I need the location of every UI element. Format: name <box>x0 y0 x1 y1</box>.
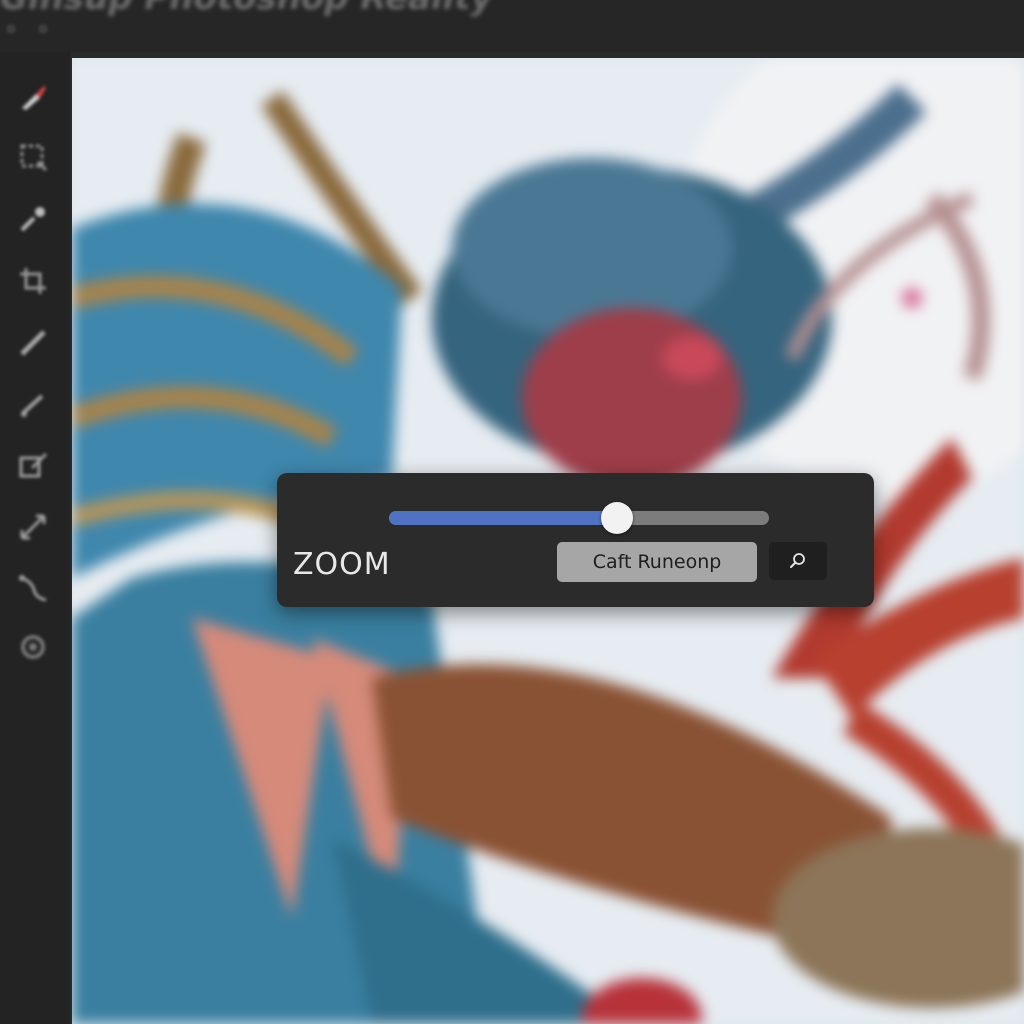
window-control-dot[interactable] <box>38 24 48 34</box>
zoom-panel: ZOOM Caft Runeonp <box>277 473 874 607</box>
action-button[interactable]: Caft Runeonp <box>557 542 757 582</box>
brush-tool-icon[interactable] <box>10 74 56 120</box>
marquee-tool-icon[interactable] <box>10 134 56 180</box>
zoom-label: ZOOM <box>293 547 391 582</box>
lasso-tool-icon[interactable] <box>10 564 56 610</box>
crop-tool-icon[interactable] <box>10 258 56 304</box>
zoom-slider-thumb[interactable] <box>601 502 633 534</box>
window-title: Ginsup Photoshop Reality <box>0 0 493 18</box>
eyedropper-tool-icon[interactable] <box>10 196 56 242</box>
title-bar: Ginsup Photoshop Reality <box>0 0 1024 52</box>
window-controls <box>6 24 48 34</box>
zoom-slider-fill <box>389 511 617 525</box>
zoom-slider[interactable] <box>389 502 769 534</box>
pencil-tool-icon[interactable] <box>10 320 56 366</box>
move-tool-icon[interactable] <box>10 504 56 550</box>
editor-window: Ginsup Photoshop Reality <box>0 0 1024 1024</box>
settings-tool-icon[interactable] <box>10 624 56 670</box>
search-icon <box>790 553 805 568</box>
transform-tool-icon[interactable] <box>10 444 56 490</box>
window-control-dot[interactable] <box>6 24 16 34</box>
tool-bar <box>0 52 70 1024</box>
line-tool-icon[interactable] <box>10 382 56 428</box>
search-button[interactable] <box>769 542 827 580</box>
